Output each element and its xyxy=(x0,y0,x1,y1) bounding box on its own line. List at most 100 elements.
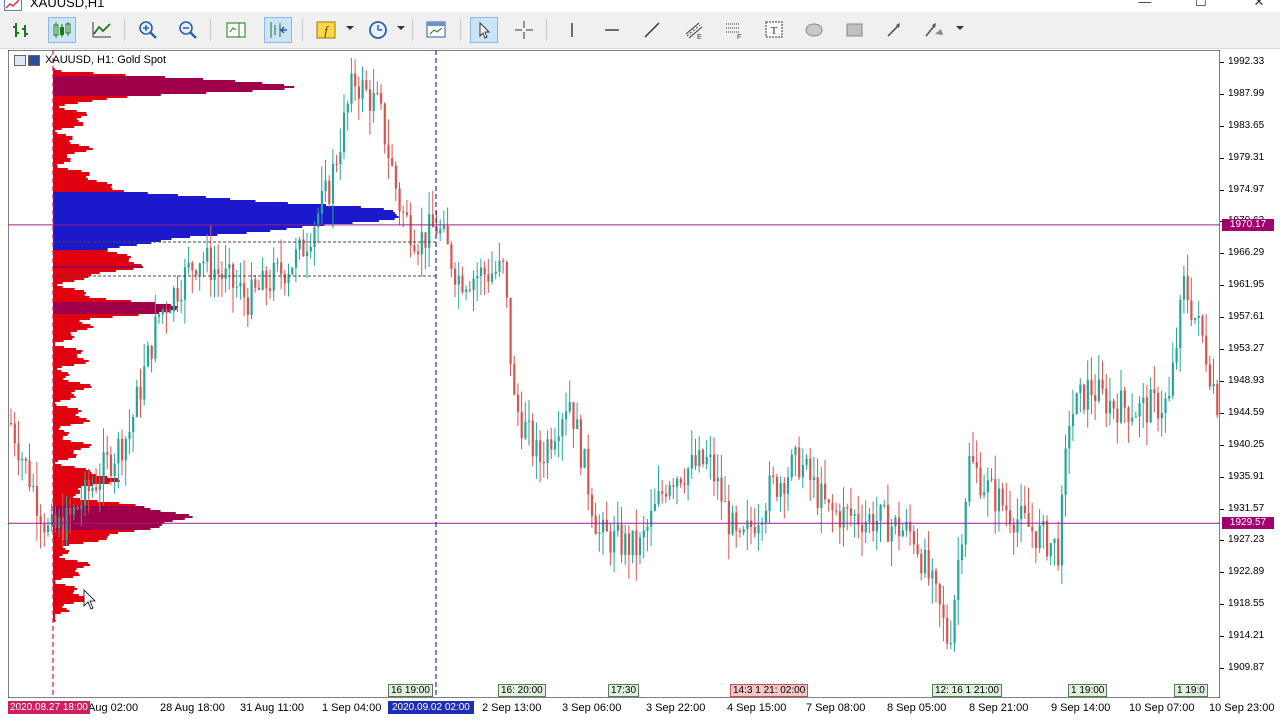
profile-bar xyxy=(53,186,112,188)
rectangle-icon[interactable] xyxy=(840,17,868,43)
candle-body xyxy=(1071,414,1075,426)
candle-body xyxy=(565,411,568,420)
candle-body xyxy=(676,478,679,487)
bar-chart-icon[interactable] xyxy=(48,17,76,43)
candle-body xyxy=(772,475,775,477)
time-scale[interactable]: Aug 02:00 28 Aug 18:00 31 Aug 11:00 1 Sep 0… xyxy=(8,698,1280,720)
profile-bar xyxy=(53,568,77,570)
candle-body xyxy=(72,507,76,515)
profile-bar xyxy=(53,154,67,156)
profile-bar xyxy=(53,366,62,368)
candle-body xyxy=(479,267,483,277)
trendline-icon[interactable] xyxy=(638,17,666,43)
candle-body xyxy=(250,279,253,316)
profile-bar xyxy=(53,120,79,122)
profile-bar xyxy=(53,70,62,72)
arrow-icon[interactable] xyxy=(880,17,908,43)
profile-bar xyxy=(53,308,177,310)
price-label: 1914.21 xyxy=(1228,630,1265,642)
profile-bar xyxy=(53,384,91,386)
candle-body xyxy=(505,261,508,298)
profile-bar xyxy=(53,92,207,94)
zoom-out-icon[interactable] xyxy=(174,17,202,43)
vertical-line-icon[interactable] xyxy=(558,17,586,43)
candle-body xyxy=(413,245,416,252)
profile-bar xyxy=(53,218,395,220)
text-icon[interactable]: T xyxy=(760,17,788,43)
candle-body xyxy=(154,316,157,359)
candle-body xyxy=(1142,397,1145,404)
line-chart-icon[interactable] xyxy=(88,17,116,43)
templates-icon[interactable] xyxy=(422,17,450,43)
new-order-icon[interactable] xyxy=(8,17,36,43)
chart-shift-icon[interactable] xyxy=(222,17,250,43)
profile-bar xyxy=(53,272,100,274)
candle-body xyxy=(176,287,179,302)
candle-body xyxy=(602,519,605,533)
profile-bar xyxy=(53,156,67,158)
profile-bar xyxy=(53,256,131,258)
candle-body xyxy=(24,458,27,461)
price-scale[interactable]: 1992.33 1987.99 1983.65 1979.31 1974.97 1970.… xyxy=(1220,50,1280,698)
candle-body xyxy=(91,487,94,492)
candle-body xyxy=(220,273,224,279)
time-marker[interactable]: 16: 20:00 xyxy=(498,684,546,697)
price-chart[interactable] xyxy=(8,50,1220,698)
minimize-button[interactable]: — xyxy=(1130,0,1160,10)
candle-body xyxy=(1120,390,1123,423)
profile-bar xyxy=(53,108,65,110)
profile-bar xyxy=(53,534,110,536)
candle-body xyxy=(191,262,194,271)
fibonacci-icon[interactable]: F xyxy=(720,17,748,43)
profile-bar xyxy=(53,356,78,358)
candle-body xyxy=(509,297,512,365)
time-marker[interactable]: 1 19:00 xyxy=(1068,684,1108,697)
crosshair-icon[interactable] xyxy=(510,17,538,43)
candle-body xyxy=(354,73,357,87)
price-label: 1983.65 xyxy=(1228,119,1265,131)
profile-bar xyxy=(53,296,90,298)
candle-body xyxy=(187,262,190,268)
maximize-button[interactable]: ☐ xyxy=(1186,0,1216,10)
periods-icon[interactable] xyxy=(364,17,392,43)
candle-body xyxy=(387,144,390,159)
candle-body xyxy=(709,454,712,458)
profile-bar xyxy=(53,160,71,162)
candle-body xyxy=(269,288,272,291)
time-marker[interactable]: 16 19:00 xyxy=(388,684,433,697)
profile-bar xyxy=(53,128,62,130)
candle-body xyxy=(1094,395,1097,402)
price-tick xyxy=(1220,317,1224,319)
profile-bar xyxy=(53,362,86,364)
candle-body xyxy=(261,270,264,290)
candle-body xyxy=(1079,384,1082,394)
candle-body xyxy=(831,502,834,511)
indicators-icon[interactable]: f xyxy=(312,17,340,43)
candle-body xyxy=(161,309,164,315)
candle-body xyxy=(1083,384,1086,410)
candle-body xyxy=(550,439,553,450)
zoom-in-icon[interactable] xyxy=(134,17,162,43)
time-marker[interactable]: 1 19:0 xyxy=(1174,684,1208,697)
time-marker[interactable]: 17:30 xyxy=(608,684,640,697)
candle-body xyxy=(646,526,649,531)
cursor-icon[interactable] xyxy=(470,17,498,43)
price-label: 1974.97 xyxy=(1228,183,1265,195)
profile-bar xyxy=(53,146,90,148)
candle-body xyxy=(801,464,804,478)
candle-body xyxy=(28,460,31,488)
horizontal-line-icon[interactable] xyxy=(598,17,626,43)
channel-icon[interactable]: E xyxy=(680,17,708,43)
close-button[interactable]: ✕ xyxy=(1244,0,1274,10)
time-marker[interactable]: 14:3 1 21: 02:00 xyxy=(730,684,809,697)
time-marker[interactable]: 12: 16 1 21:00 xyxy=(932,684,1002,697)
profile-bar xyxy=(53,302,155,304)
shapes-icon[interactable] xyxy=(920,17,948,43)
candle-body xyxy=(1160,412,1163,419)
autoscroll-icon[interactable] xyxy=(264,17,292,43)
candle-body xyxy=(546,439,549,463)
candle-body xyxy=(598,532,601,534)
ellipse-icon[interactable] xyxy=(800,17,828,43)
candle-body xyxy=(994,479,997,512)
candle-body xyxy=(439,228,442,234)
